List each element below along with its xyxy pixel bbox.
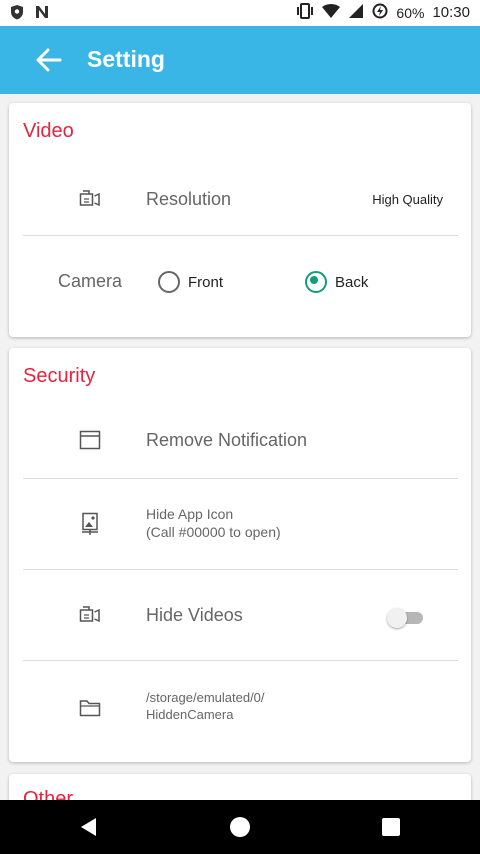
- hide-videos-row[interactable]: Hide Videos: [9, 570, 471, 660]
- camera-front-radio[interactable]: Front: [158, 271, 223, 293]
- hide-app-icon-row[interactable]: Hide App Icon (Call #00000 to open): [9, 479, 471, 569]
- folder-icon: [79, 698, 101, 720]
- signal-icon: [348, 3, 364, 22]
- vibrate-icon: [296, 3, 314, 22]
- security-section-title: Security: [23, 365, 96, 387]
- hide-videos-label: Hide Videos: [146, 605, 243, 625]
- radio-unchecked-icon: [158, 271, 180, 293]
- shield-icon: [10, 4, 24, 25]
- navigation-bar: [0, 800, 480, 854]
- wifi-icon: [322, 3, 341, 22]
- hide-videos-toggle[interactable]: [387, 607, 423, 628]
- nav-home-icon[interactable]: [229, 816, 251, 838]
- camera-back-radio[interactable]: Back: [305, 271, 368, 293]
- app-bar: Setting: [0, 26, 480, 94]
- toggle-thumb: [387, 608, 407, 628]
- storage-path: /storage/emulated/0/ HiddenCamera: [146, 689, 265, 723]
- page-title: Setting: [87, 46, 165, 72]
- n-app-icon: [34, 4, 50, 25]
- storage-path-line-1: /storage/emulated/0/: [146, 690, 265, 705]
- security-card: Security Remove Notification Hide App Ic…: [9, 348, 471, 762]
- hide-app-icon-title: Hide App Icon: [146, 506, 234, 522]
- battery-percent: 60%: [396, 4, 425, 21]
- storage-path-line-2: HiddenCamera: [146, 707, 234, 722]
- notification-card-icon: [79, 430, 101, 452]
- hide-app-icon-label: Hide App Icon (Call #00000 to open): [146, 505, 281, 541]
- radio-checked-icon: [305, 271, 327, 293]
- resolution-row[interactable]: Resolution High Quality: [9, 163, 471, 235]
- status-bar: 60% 10:30: [0, 0, 480, 26]
- settings-content[interactable]: Video Resolution High Quality Camera Fro…: [0, 94, 480, 800]
- nav-back-icon[interactable]: [78, 816, 100, 838]
- camera-row: Camera Front Back: [9, 236, 471, 326]
- video-card: Video Resolution High Quality Camera Fro…: [9, 103, 471, 337]
- nav-recents-icon[interactable]: [381, 817, 401, 837]
- storage-path-row[interactable]: /storage/emulated/0/ HiddenCamera: [9, 661, 471, 751]
- video-camera-icon: [79, 605, 101, 627]
- video-section-title: Video: [23, 120, 74, 142]
- resolution-value: High Quality: [372, 192, 443, 207]
- video-camera-icon: [79, 189, 101, 211]
- hide-app-icon-hint: (Call #00000 to open): [146, 524, 281, 540]
- back-label: Back: [335, 273, 369, 291]
- remove-notification-label: Remove Notification: [146, 430, 308, 450]
- clock: 10:30: [432, 4, 470, 21]
- front-label: Front: [188, 273, 224, 291]
- back-arrow-icon[interactable]: [36, 48, 62, 72]
- resolution-label: Resolution: [146, 189, 232, 209]
- battery-saver-icon: [372, 3, 388, 22]
- other-section-title: Other: [23, 788, 74, 800]
- remove-notification-row[interactable]: Remove Notification: [9, 403, 471, 478]
- other-card: Other: [9, 774, 471, 800]
- app-icon: [79, 512, 101, 535]
- camera-label: Camera: [58, 271, 123, 291]
